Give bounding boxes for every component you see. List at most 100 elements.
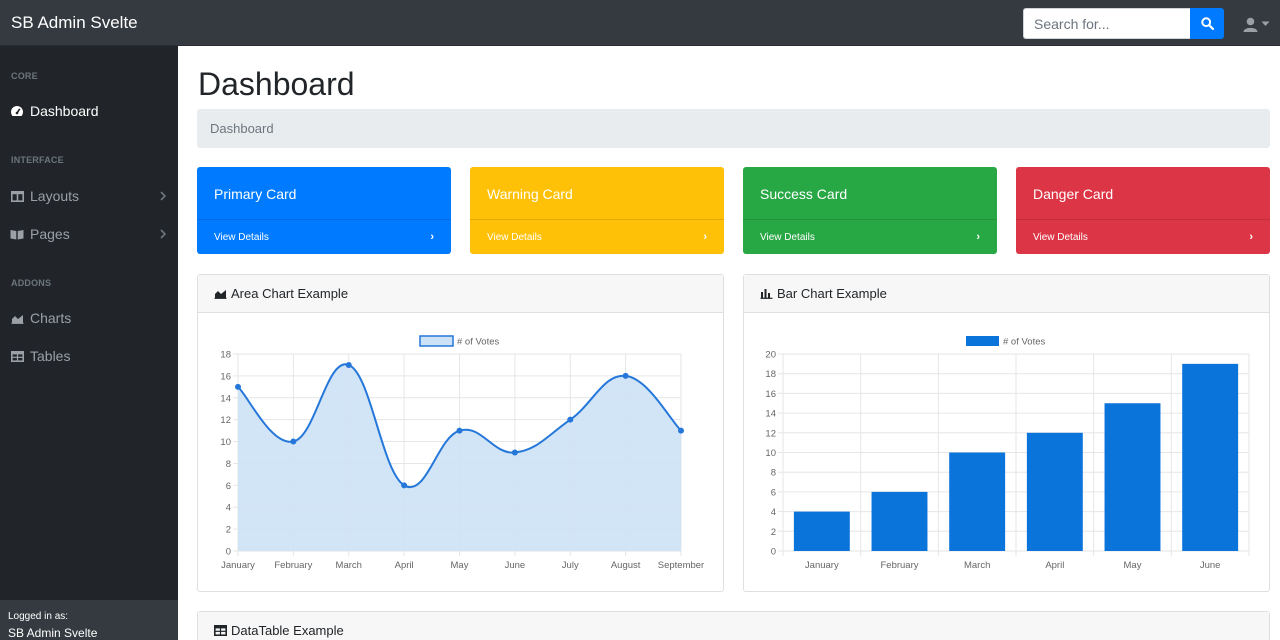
data-point: [290, 438, 297, 445]
table-icon: [214, 625, 228, 637]
view-details-label: View Details: [487, 231, 542, 243]
sidebar-item-pages[interactable]: Pages: [0, 219, 178, 249]
sidebar-item-tables[interactable]: Tables: [0, 341, 178, 371]
bar: [949, 452, 1006, 551]
x-tick-label: March: [964, 560, 990, 571]
breadcrumb-item: Dashboard: [210, 121, 274, 136]
y-tick-label: 2: [226, 525, 231, 536]
view-details-link[interactable]: View Details ›: [470, 219, 724, 254]
sidebar-item-label: Tables: [30, 348, 71, 364]
area-chart-title: Area Chart Example: [231, 286, 349, 301]
x-tick-label: July: [562, 560, 579, 571]
user-dropdown-toggle[interactable]: [1243, 15, 1271, 33]
data-point: [456, 427, 463, 434]
angle-right-icon: ›: [430, 231, 434, 243]
search-form: [1023, 8, 1224, 39]
y-tick-label: 8: [771, 468, 776, 479]
user-icon: [1243, 17, 1258, 32]
x-tick-label: February: [274, 560, 312, 571]
area-chart-panel: Area Chart Example 0 2 4 6 8 10 12 14 16 18 Januar…: [197, 274, 724, 592]
datatable-title: DataTable Example: [231, 623, 344, 638]
sidebar-item-layouts[interactable]: Layouts: [0, 181, 178, 211]
area-chart: 0 2 4 6 8 10 12 14 16 18 January February March April…: [220, 335, 704, 571]
card-title: Warning Card: [487, 186, 573, 202]
y-tick-label: 16: [765, 389, 776, 400]
x-tick-label: June: [1200, 560, 1221, 571]
sidebar-item-label: Dashboard: [30, 103, 99, 119]
bar: [793, 511, 850, 551]
sidebar-item-charts[interactable]: Charts: [0, 303, 178, 333]
chevron-right-icon: [160, 229, 166, 239]
y-tick-label: 12: [765, 428, 776, 439]
area-chart-header: Area Chart Example: [198, 275, 723, 313]
angle-right-icon: ›: [976, 231, 980, 243]
bar-chart-icon: [760, 288, 774, 300]
x-tick-label: April: [395, 560, 414, 571]
danger-card: Danger Card View Details ›: [1016, 167, 1270, 254]
datatable-header: DataTable Example: [198, 612, 1269, 640]
legend-label: # of Votes: [457, 337, 500, 348]
sidebar-footer: Logged in as: SB Admin Svelte: [0, 600, 178, 640]
y-tick-label: 6: [771, 487, 776, 498]
sidebar-item-dashboard[interactable]: Dashboard: [0, 96, 178, 126]
search-input[interactable]: [1023, 8, 1190, 39]
book-open-icon: [10, 227, 24, 241]
y-tick-label: 6: [226, 481, 231, 492]
sidebar: CORE Dashboard INTERFACE Layouts Pages A…: [0, 46, 178, 640]
y-tick-label: 20: [765, 350, 776, 361]
tachometer-icon: [10, 104, 24, 118]
legend-swatch: [966, 336, 999, 346]
bar-chart-header: Bar Chart Example: [744, 275, 1269, 313]
y-tick-label: 4: [771, 507, 776, 518]
x-tick-label: January: [221, 560, 255, 571]
x-tick-label: August: [611, 560, 641, 571]
logged-in-user: SB Admin Svelte: [8, 626, 98, 640]
x-tick-label: March: [336, 560, 362, 571]
view-details-link[interactable]: View Details ›: [743, 219, 997, 254]
success-card: Success Card View Details ›: [743, 167, 997, 254]
sidebar-heading-core: CORE: [11, 71, 38, 81]
bar-chart: 0 2 4 6 8 10 12 14 16 18 20 January February March Apr…: [765, 336, 1250, 571]
data-point: [678, 427, 684, 434]
data-point: [622, 372, 629, 379]
card-title: Success Card: [760, 186, 848, 202]
view-details-link[interactable]: View Details ›: [1016, 219, 1270, 254]
breadcrumb: Dashboard: [197, 109, 1270, 148]
y-tick-label: 16: [220, 371, 231, 382]
page-title: Dashboard: [198, 66, 355, 102]
top-navbar: SB Admin Svelte: [0, 0, 1280, 46]
bar: [1026, 432, 1083, 551]
warning-card: Warning Card View Details ›: [470, 167, 724, 254]
chevron-right-icon: [160, 191, 166, 201]
columns-icon: [10, 189, 24, 203]
x-tick-label: September: [658, 560, 704, 571]
view-details-label: View Details: [760, 231, 815, 243]
data-point: [345, 361, 352, 368]
x-tick-label: May: [1124, 560, 1142, 571]
angle-right-icon: ›: [703, 231, 707, 243]
sidebar-heading-addons: ADDONS: [11, 278, 52, 288]
caret-down-icon: [1261, 21, 1270, 26]
data-point: [401, 482, 408, 489]
search-button[interactable]: [1190, 8, 1224, 39]
angle-right-icon: ›: [1249, 231, 1253, 243]
view-details-label: View Details: [1033, 231, 1088, 243]
view-details-label: View Details: [214, 231, 269, 243]
x-tick-label: May: [451, 560, 469, 571]
data-point: [511, 449, 518, 456]
y-tick-label: 10: [765, 448, 776, 459]
x-tick-label: January: [805, 560, 839, 571]
area-chart-icon: [10, 311, 24, 325]
area-chart-icon: [214, 288, 228, 300]
sidebar-item-label: Charts: [30, 310, 72, 326]
legend-label: # of Votes: [1003, 337, 1046, 348]
data-point: [235, 383, 241, 390]
view-details-link[interactable]: View Details ›: [197, 219, 451, 254]
brand-title[interactable]: SB Admin Svelte: [11, 13, 138, 33]
x-tick-label: February: [880, 560, 918, 571]
bar: [871, 491, 928, 551]
sidebar-item-label: Layouts: [30, 188, 80, 204]
sidebar-heading-interface: INTERFACE: [11, 155, 64, 165]
y-tick-label: 12: [220, 415, 231, 426]
y-tick-label: 14: [220, 393, 231, 404]
